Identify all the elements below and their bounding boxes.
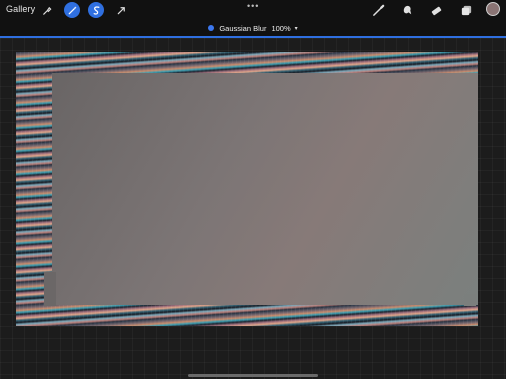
blurred-region-edge <box>464 294 476 306</box>
brush-icon[interactable] <box>370 2 386 18</box>
procreate-app: Gallery ••• Gaussian Blur 100% ▾ <box>0 0 506 379</box>
ellipsis-icon[interactable]: ••• <box>247 1 259 11</box>
adjustment-bar[interactable]: Gaussian Blur 100% ▾ <box>0 20 506 38</box>
blurred-region <box>52 73 478 305</box>
adjustment-value: 100% <box>271 23 291 33</box>
chevron-down-icon[interactable]: ▾ <box>295 25 298 32</box>
color-swatch-button[interactable] <box>486 2 500 16</box>
wrench-icon[interactable] <box>38 2 54 18</box>
adjustment-name: Gaussian Blur <box>219 23 267 33</box>
top-toolbar: Gallery ••• <box>0 0 506 20</box>
layers-icon[interactable] <box>458 2 474 18</box>
gallery-button[interactable]: Gallery <box>6 4 35 14</box>
selection-icon[interactable] <box>88 2 104 18</box>
magic-wand-icon[interactable] <box>64 2 80 18</box>
home-indicator[interactable] <box>188 374 318 377</box>
adjustment-mode-icon <box>208 25 215 31</box>
transform-arrow-icon[interactable] <box>113 2 129 18</box>
artwork-canvas[interactable] <box>16 52 478 326</box>
smudge-icon[interactable] <box>399 2 415 18</box>
eraser-icon[interactable] <box>428 2 444 18</box>
blurred-region-edge <box>44 272 56 306</box>
